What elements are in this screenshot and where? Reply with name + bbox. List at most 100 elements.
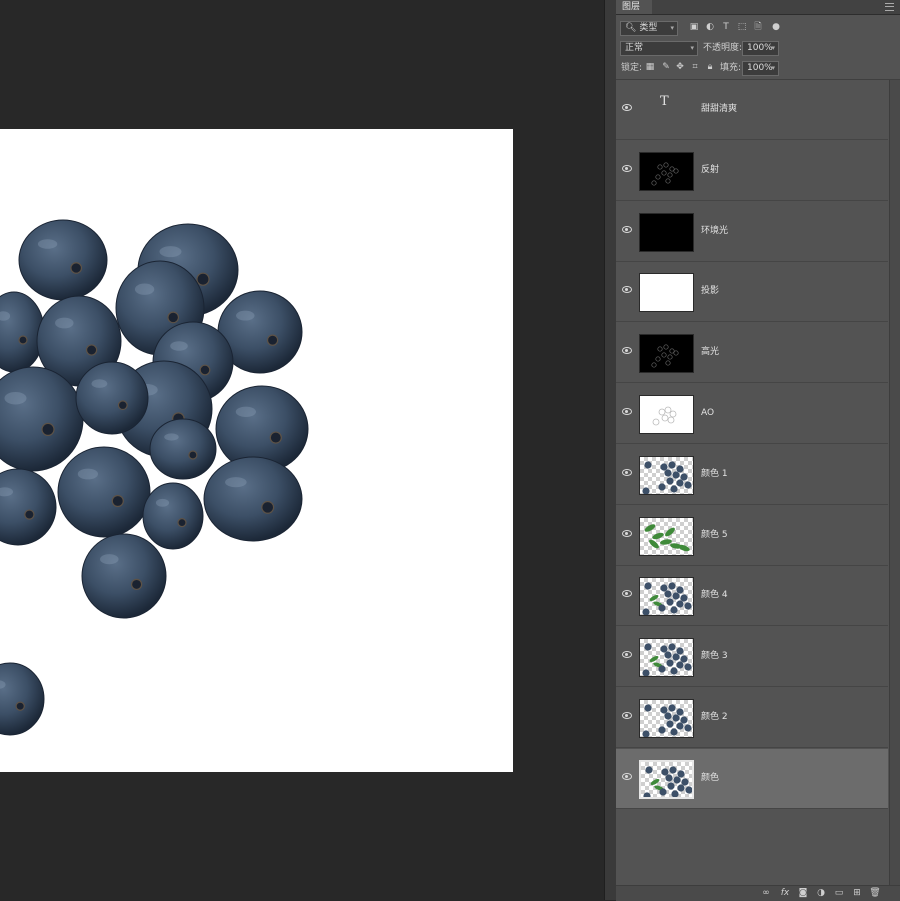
layers-panel: 图层 🔍︎ 类型 ▾ ▣ ◐ T ⬚ 🗎︎ ● 正常 ▾ 不透明度: 100% …	[616, 0, 900, 901]
layer-name: 投影	[701, 286, 720, 297]
blueberry-highlight	[236, 310, 255, 321]
blueberry	[57, 446, 151, 538]
layer-thumbnail	[639, 212, 694, 252]
layer-thumbnail	[639, 638, 694, 678]
layer-name: 颜色 4	[701, 590, 728, 601]
layer-row[interactable]: T 甜甜清爽	[616, 80, 888, 140]
lock-transparency-icon[interactable]: ▦	[644, 61, 656, 73]
layer-thumbnail	[639, 334, 694, 374]
fill-value: 100%	[747, 63, 773, 73]
blueberry-highlight	[155, 498, 170, 507]
type-layer-filter-icon[interactable]: T	[720, 21, 732, 33]
layer-name: 甜甜清爽	[701, 104, 738, 114]
layer-thumbnail	[639, 699, 694, 738]
blueberry-highlight	[77, 468, 99, 480]
new-group-folder-icon[interactable]: ▭	[833, 888, 845, 899]
blueberry-highlight	[4, 391, 27, 405]
layer-row[interactable]: 反射	[616, 141, 888, 201]
blueberry	[81, 533, 167, 619]
chevron-down-icon: ▾	[771, 44, 775, 52]
blueberry-highlight	[37, 239, 58, 249]
adjustment-layer-icon[interactable]: ◑	[815, 888, 827, 899]
layer-row[interactable]: AO	[616, 384, 888, 444]
blueberry-highlight	[91, 379, 108, 388]
lock-row: 锁定: ▦ ✎ ✥ ⌗ 🔒︎ 填充: 100% ▾	[616, 61, 900, 79]
shape-layer-filter-icon[interactable]: ⬚	[736, 21, 748, 33]
filter-kind-select[interactable]: 🔍︎ 类型 ▾	[620, 21, 678, 36]
chevron-down-icon: ▾	[690, 44, 694, 52]
panel-menu-icon[interactable]	[885, 3, 894, 11]
fill-label: 填充:	[720, 63, 742, 73]
blueberry-crown	[196, 272, 210, 286]
link-layers-icon[interactable]: ∞	[760, 888, 772, 899]
visibility-eye-icon[interactable]	[620, 222, 634, 236]
layer-row[interactable]: 投影	[616, 262, 888, 323]
layer-name: 环境光	[701, 225, 729, 236]
delete-layer-trash-icon[interactable]: 🗑︎	[869, 888, 881, 899]
blueberry-highlight	[134, 283, 155, 295]
opacity-value: 100%	[747, 43, 773, 53]
layers-footer: ∞ fx ◙ ◑ ▭ ⊞ 🗑︎	[616, 885, 900, 901]
visibility-eye-icon[interactable]	[620, 465, 634, 479]
filter-toggle-icon[interactable]: ●	[770, 21, 782, 33]
blueberry	[0, 468, 57, 546]
lock-position-move-icon[interactable]: ✥	[674, 61, 686, 73]
layers-scrollbar[interactable]	[889, 80, 900, 885]
layer-thumbnail	[639, 759, 694, 799]
blend-row: 正常 ▾ 不透明度: 100% ▾	[616, 41, 900, 59]
blueberry-crown	[261, 500, 275, 514]
fx-icon[interactable]: fx	[779, 888, 791, 899]
adjustment-layer-filter-icon[interactable]: ◐	[704, 21, 716, 33]
tab-layers[interactable]: 图层	[616, 0, 652, 14]
layer-name: 反射	[701, 164, 720, 175]
layer-thumbnail	[639, 516, 694, 556]
layer-row[interactable]: 颜色 2	[616, 688, 888, 748]
fill-input[interactable]: 100% ▾	[742, 61, 779, 76]
blueberry-highlight	[225, 477, 247, 488]
lock-all-icon[interactable]: 🔒︎	[704, 61, 716, 73]
layer-row[interactable]: 颜色	[616, 748, 888, 809]
lock-label: 锁定:	[621, 63, 643, 73]
layer-row[interactable]: 颜色 1	[616, 445, 888, 505]
lock-artboard-icon[interactable]: ⌗	[689, 61, 701, 73]
layer-row[interactable]: 环境光	[616, 202, 888, 262]
visibility-eye-icon[interactable]	[620, 343, 634, 357]
blend-mode-select[interactable]: 正常 ▾	[620, 41, 698, 56]
visibility-eye-icon[interactable]	[620, 769, 634, 783]
layer-row[interactable]: 颜色 3	[616, 627, 888, 688]
blueberry-highlight	[100, 554, 119, 565]
opacity-label: 不透明度:	[703, 43, 743, 53]
blueberry-crown	[266, 334, 279, 346]
blueberry-crown	[188, 450, 198, 460]
blueberry-crown	[111, 494, 124, 508]
blueberry-crown	[130, 578, 143, 591]
smart-object-filter-icon[interactable]: 🗎︎	[752, 21, 764, 33]
add-mask-icon[interactable]: ◙	[797, 888, 809, 899]
layers-list: T 甜甜清爽反射环境光投影高光 AO 颜色 1 颜色 5 颜色 4 颜色 3 颜色 2 颜色	[616, 80, 888, 885]
blueberry	[142, 482, 204, 550]
layer-name: 颜色 2	[701, 712, 728, 722]
layer-row[interactable]: 颜色 5	[616, 506, 888, 566]
blueberries-image	[0, 219, 309, 736]
visibility-eye-icon[interactable]	[620, 708, 634, 722]
layer-name: 颜色 5	[701, 529, 728, 540]
pixel-layer-filter-icon[interactable]: ▣	[688, 21, 700, 33]
opacity-input[interactable]: 100% ▾	[742, 41, 779, 56]
layer-row[interactable]: 高光	[616, 323, 888, 384]
visibility-eye-icon[interactable]	[620, 404, 634, 418]
document-canvas[interactable]	[0, 129, 513, 772]
blueberry	[18, 219, 108, 301]
visibility-eye-icon[interactable]	[620, 282, 634, 296]
visibility-eye-icon[interactable]	[620, 100, 634, 114]
visibility-eye-icon[interactable]	[620, 161, 634, 175]
new-layer-icon[interactable]: ⊞	[851, 888, 863, 899]
visibility-eye-icon[interactable]	[620, 647, 634, 661]
layer-thumbnail	[639, 273, 694, 313]
lock-paint-brush-icon[interactable]: ✎	[660, 61, 672, 73]
visibility-eye-icon[interactable]	[620, 586, 634, 600]
layer-row[interactable]: 颜色 4	[616, 566, 888, 627]
search-icon: 🔍︎	[625, 23, 637, 33]
visibility-eye-icon[interactable]	[620, 526, 634, 540]
blueberry	[0, 662, 45, 736]
panel-tabbar: 图层	[616, 0, 900, 15]
